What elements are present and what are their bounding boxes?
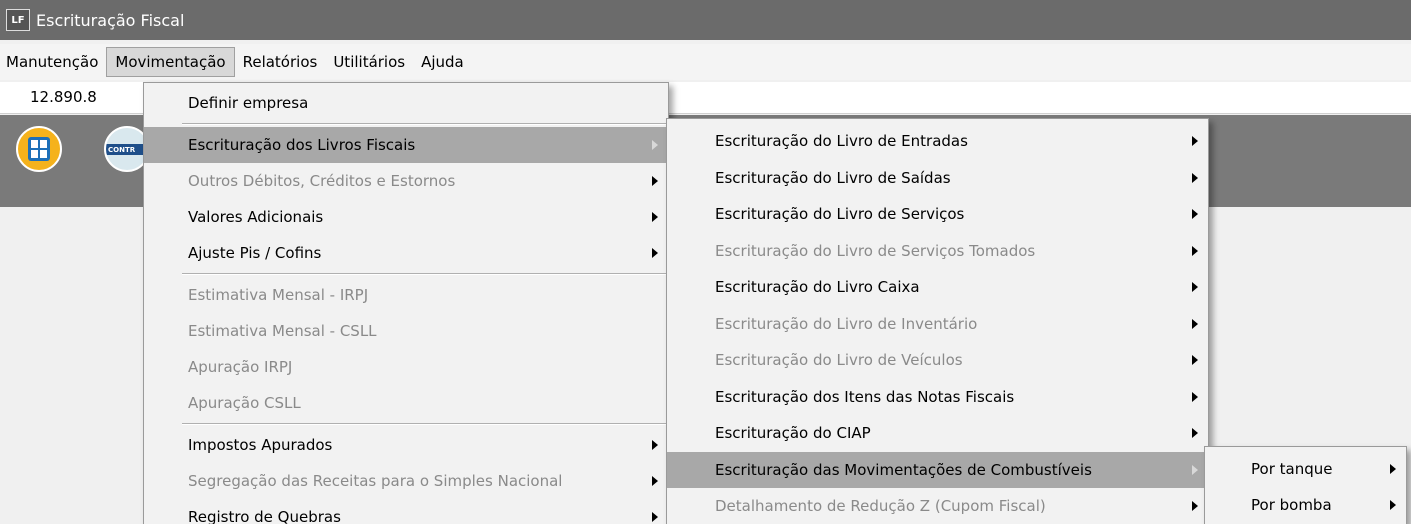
menu-separator [182,123,668,125]
menu-item-outros-debitos: Outros Débitos, Créditos e Estornos [144,163,668,199]
menu-item-label: Estimativa Mensal - CSLL [188,322,377,340]
menu-item-label: Por tanque [1251,460,1333,478]
menu-item-apuracao-irpj: Apuração IRPJ [144,349,668,385]
menu-item-estimativa-irpj: Estimativa Mensal - IRPJ [144,277,668,313]
company-id-text: 12.890.8 [30,88,97,106]
menu-separator [182,423,668,425]
menu-bar: Manutenção Movimentação Relatórios Utili… [0,44,1411,80]
menu-item-segregacao-receitas: Segregação das Receitas para o Simples N… [144,463,668,499]
menu-item-por-tanque[interactable]: Por tanque [1205,451,1406,487]
menu-movimentacao[interactable]: Movimentação [106,47,235,77]
menu-item-estimativa-csll: Estimativa Mensal - CSLL [144,313,668,349]
menu-item-label: Por bomba [1251,496,1332,514]
menu-item-livro-inventario: Escrituração do Livro de Inventário [667,306,1208,343]
menu-utilitarios[interactable]: Utilitários [325,47,413,77]
menu-item-apuracao-csll: Apuração CSLL [144,385,668,421]
menu-item-label: Detalhamento de Redução Z (Cupom Fiscal) [715,497,1046,516]
menu-item-movimentacoes-combustiveis[interactable]: Escrituração das Movimentações de Combus… [667,451,1208,488]
submenu-arrow-icon [1192,282,1198,293]
menu-item-itens-notas-fiscais[interactable]: Escrituração dos Itens das Notas Fiscais [667,379,1208,416]
menu-item-label: Escrituração do Livro de Inventário [715,314,978,333]
menu-item-label: Escrituração do Livro de Saídas [715,168,951,187]
combustiveis-submenu: Por tanque Por bomba [1204,446,1407,524]
submenu-arrow-icon [652,140,658,150]
submenu-arrow-icon [1192,172,1198,183]
menu-item-label: Escrituração do CIAP [715,424,871,443]
menu-item-label: Escrituração do Livro de Serviços [715,205,965,224]
menu-item-label: Segregação das Receitas para o Simples N… [188,472,563,490]
menu-item-label: Escrituração do Livro de Veículos [715,351,963,370]
menu-item-label: Escrituração do Livro de Entradas [715,132,968,151]
submenu-arrow-icon [1192,209,1198,220]
menu-separator [182,273,668,275]
menu-item-label: Apuração IRPJ [188,358,293,376]
menu-item-por-bomba[interactable]: Por bomba [1205,487,1406,523]
app-icon: LF [6,9,30,31]
menu-item-ciap[interactable]: Escrituração do CIAP [667,415,1208,452]
menu-item-label: Escrituração das Movimentações de Combus… [715,460,1092,479]
submenu-arrow-icon [1192,355,1198,366]
menu-item-label: Ajuste Pis / Cofins [188,244,322,262]
menu-item-valores-adicionais[interactable]: Valores Adicionais [144,199,668,235]
submenu-arrow-icon [1390,500,1396,510]
title-bar: LF Escrituração Fiscal [0,0,1411,40]
submenu-arrow-icon [652,212,658,222]
submenu-arrow-icon [1192,136,1198,147]
menu-item-livro-saidas[interactable]: Escrituração do Livro de Saídas [667,160,1208,197]
menu-item-livro-servicos-tomados: Escrituração do Livro de Serviços Tomado… [667,233,1208,270]
menu-item-label: Estimativa Mensal - IRPJ [188,286,369,304]
menu-item-livro-caixa[interactable]: Escrituração do Livro Caixa [667,269,1208,306]
menu-item-impostos-apurados[interactable]: Impostos Apurados [144,427,668,463]
menu-item-label: Escrituração dos Itens das Notas Fiscais [715,387,1015,406]
livros-fiscais-submenu: Escrituração do Livro de Entradas Escrit… [666,118,1209,524]
submenu-arrow-icon [652,440,658,450]
submenu-arrow-icon [1192,245,1198,256]
submenu-arrow-icon [1192,428,1198,439]
building-icon[interactable] [16,126,62,172]
menu-item-label: Valores Adicionais [188,208,324,226]
submenu-arrow-icon [1192,464,1198,475]
submenu-arrow-icon [1192,318,1198,329]
submenu-arrow-icon [1192,501,1198,512]
menu-item-label: Outros Débitos, Créditos e Estornos [188,172,456,190]
menu-item-registro-quebras[interactable]: Registro de Quebras [144,499,668,524]
menu-item-label: Escrituração do Livro de Serviços Tomado… [715,241,1036,260]
menu-item-label: Apuração CSLL [188,394,301,412]
menu-item-livro-servicos[interactable]: Escrituração do Livro de Serviços [667,196,1208,233]
menu-relatorios[interactable]: Relatórios [235,47,326,77]
submenu-arrow-icon [652,476,658,486]
menu-item-label: Escrituração dos Livros Fiscais [188,136,416,154]
window-title: Escrituração Fiscal [36,10,185,30]
submenu-arrow-icon [652,248,658,258]
submenu-arrow-icon [652,512,658,522]
menu-item-livro-entradas[interactable]: Escrituração do Livro de Entradas [667,123,1208,160]
submenu-arrow-icon [652,176,658,186]
menu-item-label: Impostos Apurados [188,436,333,454]
menu-item-ajuste-pis-cofins[interactable]: Ajuste Pis / Cofins [144,235,668,271]
menu-item-reducao-z: Detalhamento de Redução Z (Cupom Fiscal) [667,488,1208,524]
menu-ajuda[interactable]: Ajuda [413,47,472,77]
menu-item-label: Escrituração do Livro Caixa [715,278,920,297]
menu-item-livro-veiculos: Escrituração do Livro de Veículos [667,342,1208,379]
menu-item-definir-empresa[interactable]: Definir empresa [144,85,668,121]
movimentacao-menu: Definir empresa Escrituração dos Livros … [143,82,669,524]
menu-item-label: Registro de Quebras [188,508,341,524]
menu-item-escrituracao-livros[interactable]: Escrituração dos Livros Fiscais [144,127,668,163]
submenu-arrow-icon [1390,464,1396,474]
submenu-arrow-icon [1192,391,1198,402]
menu-item-label: Definir empresa [188,94,309,112]
menu-manutencao[interactable]: Manutenção [0,47,106,77]
